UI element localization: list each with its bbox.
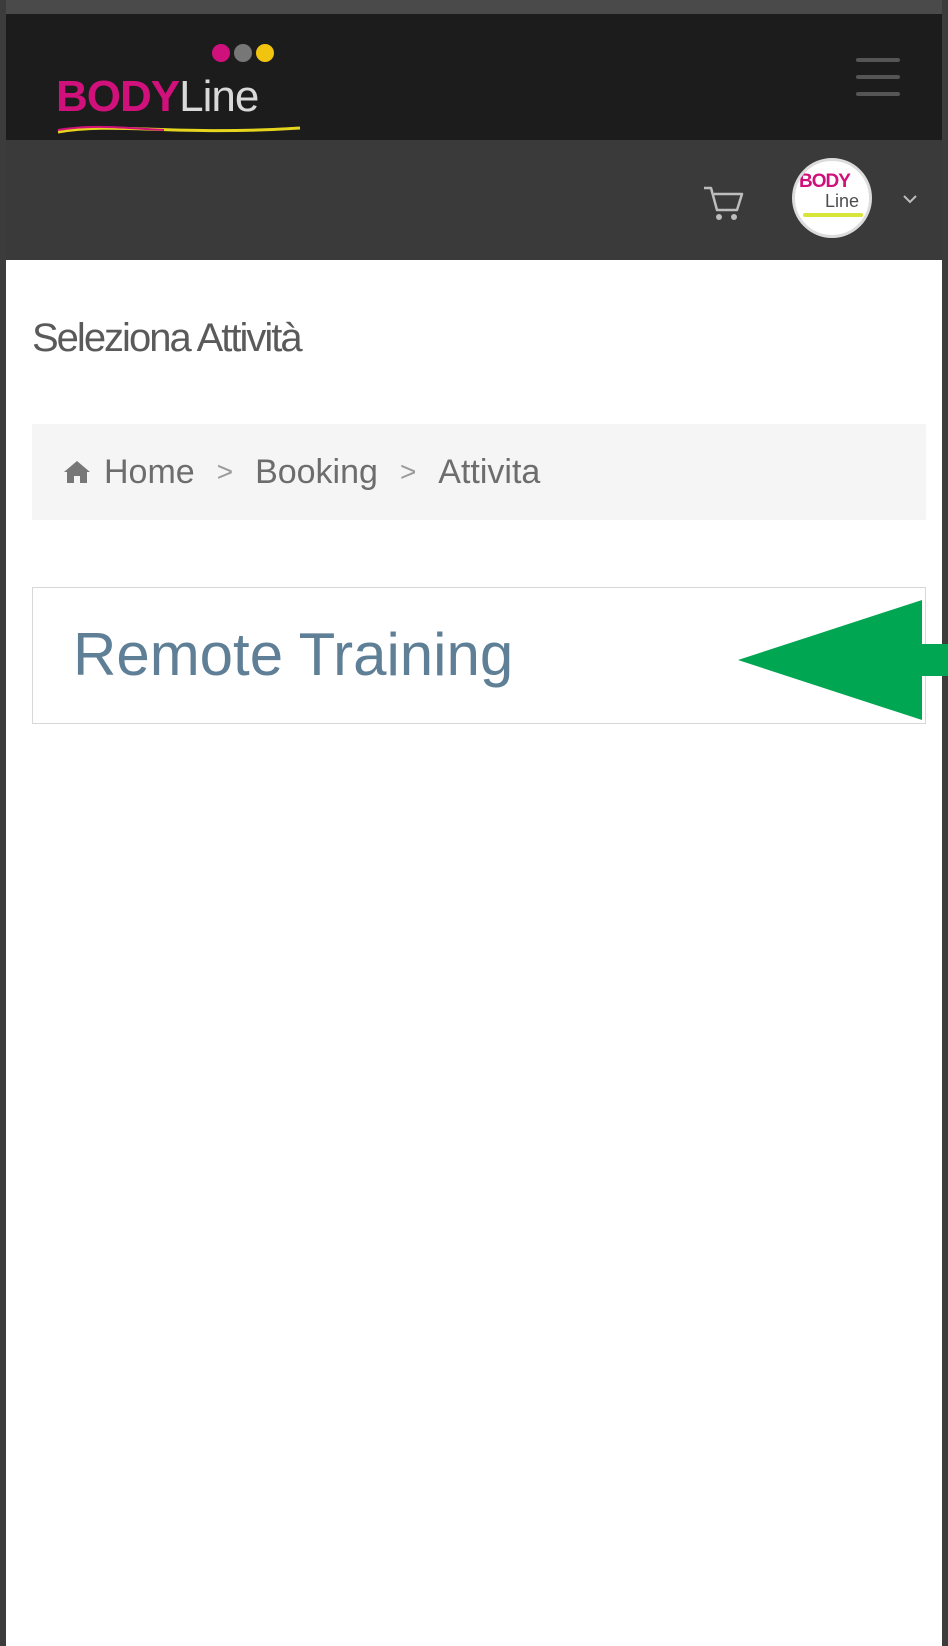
breadcrumb-separator: > bbox=[216, 456, 234, 487]
page-title: Seleziona Attività bbox=[32, 316, 303, 360]
top-navbar: BODYLine bbox=[6, 14, 942, 140]
user-toolbar: BODY Line bbox=[6, 140, 942, 260]
breadcrumb-attivita: Attivita bbox=[438, 452, 541, 491]
breadcrumb-home[interactable]: Home bbox=[104, 453, 195, 492]
bodyline-logo[interactable]: BODYLine bbox=[54, 28, 314, 138]
avatar[interactable]: BODY Line bbox=[792, 158, 872, 238]
cart-icon[interactable] bbox=[700, 180, 746, 226]
home-icon[interactable] bbox=[62, 459, 92, 485]
logo-dots bbox=[212, 44, 278, 67]
avatar-accent-line bbox=[803, 213, 863, 217]
avatar-text-top: BODY bbox=[799, 171, 851, 192]
logo-swoosh bbox=[57, 125, 301, 134]
breadcrumb: Home > Booking > Attivita bbox=[32, 424, 926, 520]
green-arrow-annotation bbox=[738, 600, 948, 720]
window-frame-right bbox=[942, 0, 948, 1646]
avatar-text-bottom: Line bbox=[825, 191, 860, 211]
logo-wordmark: BODYLine bbox=[56, 72, 259, 121]
window-frame-top bbox=[0, 0, 948, 14]
breadcrumb-separator: > bbox=[399, 456, 417, 487]
activity-card-title: Remote Training bbox=[73, 621, 514, 688]
chevron-down-icon[interactable] bbox=[900, 192, 920, 206]
breadcrumb-booking[interactable]: Booking bbox=[255, 453, 378, 492]
hamburger-icon[interactable] bbox=[856, 58, 900, 96]
